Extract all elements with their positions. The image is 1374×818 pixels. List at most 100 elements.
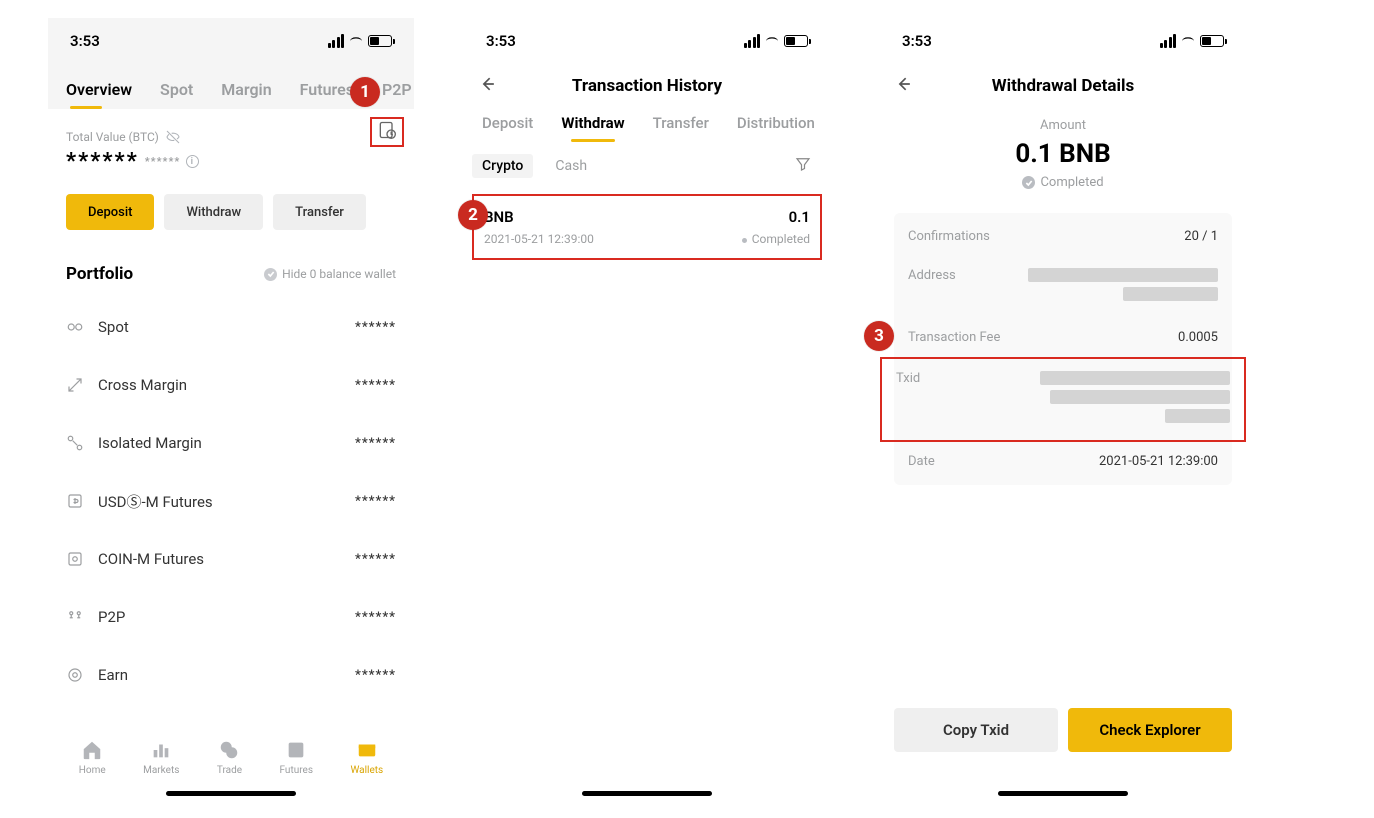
home-indicator [998,791,1128,796]
wallet-overview-screen: 3:53 Overview Spot Margin Futures P2P 1 … [48,18,414,800]
tab-margin[interactable]: Margin [221,80,271,99]
check-icon [264,268,277,281]
portfolio-row-usds-m-futures[interactable]: USDⓈ-M Futures ****** [66,472,396,530]
withdraw-button[interactable]: Withdraw [164,194,263,230]
detail-value: 20 / 1 [1184,229,1218,244]
wifi-icon [1180,35,1196,47]
portfolio-label: P2P [98,608,125,626]
portfolio-row-spot[interactable]: Spot ****** [66,298,396,356]
portfolio-label: Isolated Margin [98,434,202,452]
tx-amount: 0.1 [789,208,810,226]
asset-type-tabs: Crypto Cash [464,142,830,190]
wifi-icon [764,35,780,47]
detail-key: Address [908,268,956,283]
home-icon [81,739,103,761]
subtab-crypto[interactable]: Crypto [472,154,533,178]
nav-label: Wallets [350,765,383,776]
wallets-icon [356,739,378,761]
filter-button[interactable] [794,155,812,177]
cellular-icon [744,34,761,48]
detail-row-confirmations: Confirmations 20 / 1 [894,217,1232,256]
amount-label: Amount [880,118,1246,133]
status-time: 3:53 [486,32,516,50]
tab-withdraw[interactable]: Withdraw [561,114,624,142]
detail-value: 0.0005 [1178,330,1218,345]
tab-p2p[interactable]: P2P [382,80,412,99]
status-right-icons [1160,34,1225,48]
detail-key: Date [908,454,935,469]
trade-icon [218,739,240,761]
status-right-icons [328,34,393,48]
nav-label: Futures [280,765,313,776]
nav-markets[interactable]: Markets [143,739,179,776]
check-explorer-button[interactable]: Check Explorer [1068,708,1232,752]
detail-row-fee: Transaction Fee 0.0005 [894,318,1232,357]
spot-icon [66,318,84,336]
back-button[interactable] [894,74,914,98]
hide-zero-toggle[interactable]: Hide 0 balance wallet [264,267,396,281]
portfolio-value: ****** [355,610,396,625]
tab-spot[interactable]: Spot [160,80,193,99]
home-indicator [582,791,712,796]
detail-key: Txid [896,371,920,386]
portfolio-value: ****** [355,494,396,509]
history-type-tabs: Deposit Withdraw Transfer Distribution [464,108,830,142]
screen-header: Withdrawal Details [880,64,1246,108]
transaction-row[interactable]: BNB 0.1 2021-05-21 12:39:00 Completed [472,194,822,260]
portfolio-label: Cross Margin [98,376,187,394]
status-time: 3:53 [70,32,100,50]
deposit-button[interactable]: Deposit [66,194,154,230]
portfolio-row-earn[interactable]: Earn ****** [66,646,396,704]
transfer-button[interactable]: Transfer [273,194,366,230]
portfolio-row-p2p[interactable]: P2P ****** [66,588,396,646]
status-indicator: Completed [1022,175,1103,190]
portfolio-heading: Portfolio [66,264,133,284]
tab-transfer[interactable]: Transfer [653,114,709,142]
tab-deposit[interactable]: Deposit [482,114,533,142]
nav-wallets[interactable]: Wallets [350,739,383,776]
visibility-toggle-icon[interactable] [165,129,181,145]
info-icon[interactable]: i [186,155,199,168]
portfolio-row-isolated-margin[interactable]: Isolated Margin ****** [66,414,396,472]
tab-overview[interactable]: Overview [66,80,132,99]
futures-nav-icon [285,739,307,761]
tx-time: 2021-05-21 12:39:00 [484,232,594,246]
status-bar: 3:53 [880,18,1246,64]
nav-home[interactable]: Home [79,739,106,776]
tab-futures[interactable]: Futures [300,80,354,99]
status-time: 3:53 [902,32,932,50]
history-icon [377,120,397,144]
total-value-card: 1 Total Value (BTC) ****** ****** i Depo… [48,111,414,704]
tab-distribution[interactable]: Distribution [737,114,815,142]
portfolio-row-cross-margin[interactable]: Cross Margin ****** [66,356,396,414]
tx-status: Completed [742,232,810,246]
portfolio-value: ****** [355,552,396,567]
portfolio-row-coin-m-futures[interactable]: COIN-M Futures ****** [66,530,396,588]
battery-icon [784,35,808,47]
total-value-main: ****** [66,149,139,174]
detail-value: 2021-05-21 12:39:00 [1099,454,1218,469]
portfolio-value: ****** [355,668,396,683]
transaction-history-button[interactable] [370,117,404,147]
copy-txid-button[interactable]: Copy Txid [894,708,1058,752]
portfolio-label: USDⓈ-M Futures [98,491,213,512]
status-text: Completed [1040,175,1103,190]
bottom-nav: Home Markets Trade Futures Wallets [48,724,414,790]
detail-key: Confirmations [908,229,990,244]
completed-check-icon [1022,176,1035,189]
callout-badge-1: 1 [350,77,380,107]
detail-value-masked [1028,268,1218,306]
earn-icon [66,666,84,684]
subtab-cash[interactable]: Cash [555,158,587,174]
screen-header: Transaction History [464,64,830,108]
detail-row-txid[interactable]: Txid [880,357,1246,442]
battery-icon [1200,35,1224,47]
transaction-history-screen: 3:53 Transaction History Deposit Withdra… [464,18,830,800]
back-button[interactable] [478,74,498,98]
status-right-icons [744,34,809,48]
nav-futures[interactable]: Futures [280,739,313,776]
cellular-icon [328,34,345,48]
portfolio-value: ****** [355,378,396,393]
nav-trade[interactable]: Trade [217,739,242,776]
cross-margin-icon [66,376,84,394]
